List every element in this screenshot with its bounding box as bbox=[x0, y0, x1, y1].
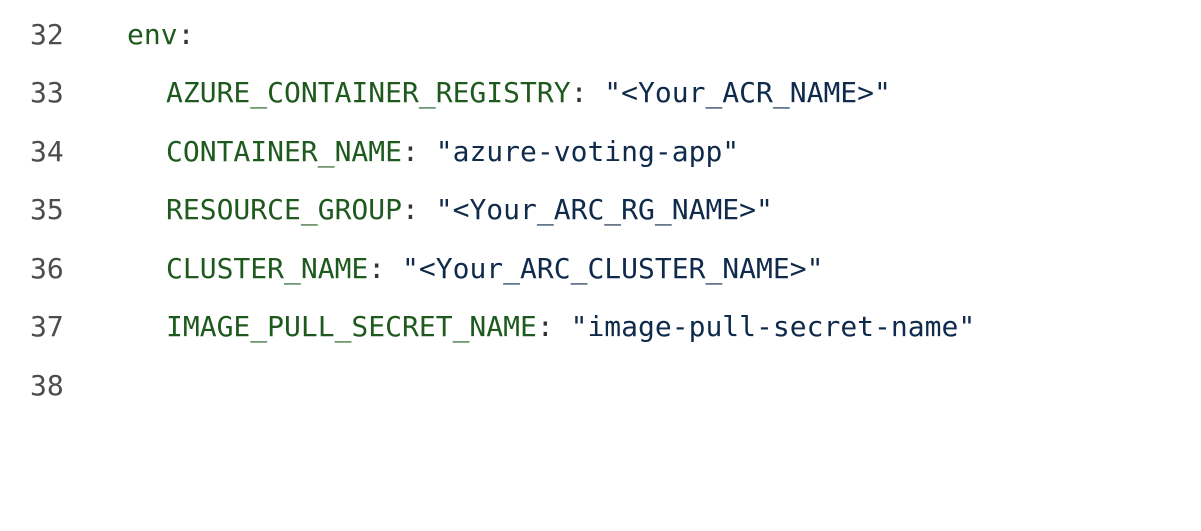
code-text: RESOURCE_GROUP: "<Your_ARC_RG_NAME>" bbox=[166, 181, 773, 239]
code-line-37: 37 IMAGE_PULL_SECRET_NAME: "image-pull-s… bbox=[0, 298, 1201, 356]
yaml-string-value: "<Your_ARC_CLUSTER_NAME>" bbox=[402, 252, 824, 285]
yaml-separator: : bbox=[402, 135, 436, 168]
yaml-string-value: "<Your_ARC_RG_NAME>" bbox=[435, 193, 773, 226]
code-text: CLUSTER_NAME: "<Your_ARC_CLUSTER_NAME>" bbox=[166, 240, 823, 298]
yaml-separator: : bbox=[402, 193, 436, 226]
yaml-key: RESOURCE_GROUP bbox=[166, 193, 403, 226]
line-number: 38 bbox=[30, 369, 64, 402]
code-text: env: bbox=[127, 6, 194, 64]
yaml-separator: : bbox=[177, 18, 195, 51]
yaml-string-value: "<Your_ACR_NAME>" bbox=[604, 76, 891, 109]
line-number: 33 bbox=[30, 76, 64, 109]
line-number: 34 bbox=[30, 135, 64, 168]
yaml-key: CLUSTER_NAME bbox=[166, 252, 369, 285]
code-text: AZURE_CONTAINER_REGISTRY: "<Your_ACR_NAM… bbox=[166, 64, 891, 122]
yaml-separator: : bbox=[570, 76, 605, 109]
yaml-key: AZURE_CONTAINER_REGISTRY bbox=[166, 76, 571, 109]
line-number: 35 bbox=[30, 193, 64, 226]
code-line-38: 38 bbox=[0, 357, 1201, 415]
line-number: 36 bbox=[30, 252, 64, 285]
yaml-separator: : bbox=[368, 252, 403, 285]
code-line-34: 34 CONTAINER_NAME: "azure-voting-app" bbox=[0, 123, 1201, 181]
yaml-key: IMAGE_PULL_SECRET_NAME bbox=[166, 310, 537, 343]
code-line-35: 35 RESOURCE_GROUP: "<Your_ARC_RG_NAME>" bbox=[0, 181, 1201, 239]
code-line-32: 32 env: bbox=[0, 6, 1201, 64]
yaml-string-value: "azure-voting-app" bbox=[435, 135, 740, 168]
yaml-separator: : bbox=[536, 310, 571, 343]
yaml-key: CONTAINER_NAME bbox=[166, 135, 403, 168]
code-line-36: 36 CLUSTER_NAME: "<Your_ARC_CLUSTER_NAME… bbox=[0, 240, 1201, 298]
yaml-key: env bbox=[127, 18, 178, 51]
code-text: IMAGE_PULL_SECRET_NAME: "image-pull-secr… bbox=[166, 298, 975, 356]
code-text: CONTAINER_NAME: "azure-voting-app" bbox=[166, 123, 739, 181]
yaml-string-value: "image-pull-secret-name" bbox=[570, 310, 976, 343]
line-number: 32 bbox=[30, 18, 64, 51]
line-number: 37 bbox=[30, 310, 64, 343]
code-view: 32 env: 33 AZURE_CONTAINER_REGISTRY: "<Y… bbox=[0, 0, 1201, 423]
code-line-33: 33 AZURE_CONTAINER_REGISTRY: "<Your_ACR_… bbox=[0, 64, 1201, 122]
